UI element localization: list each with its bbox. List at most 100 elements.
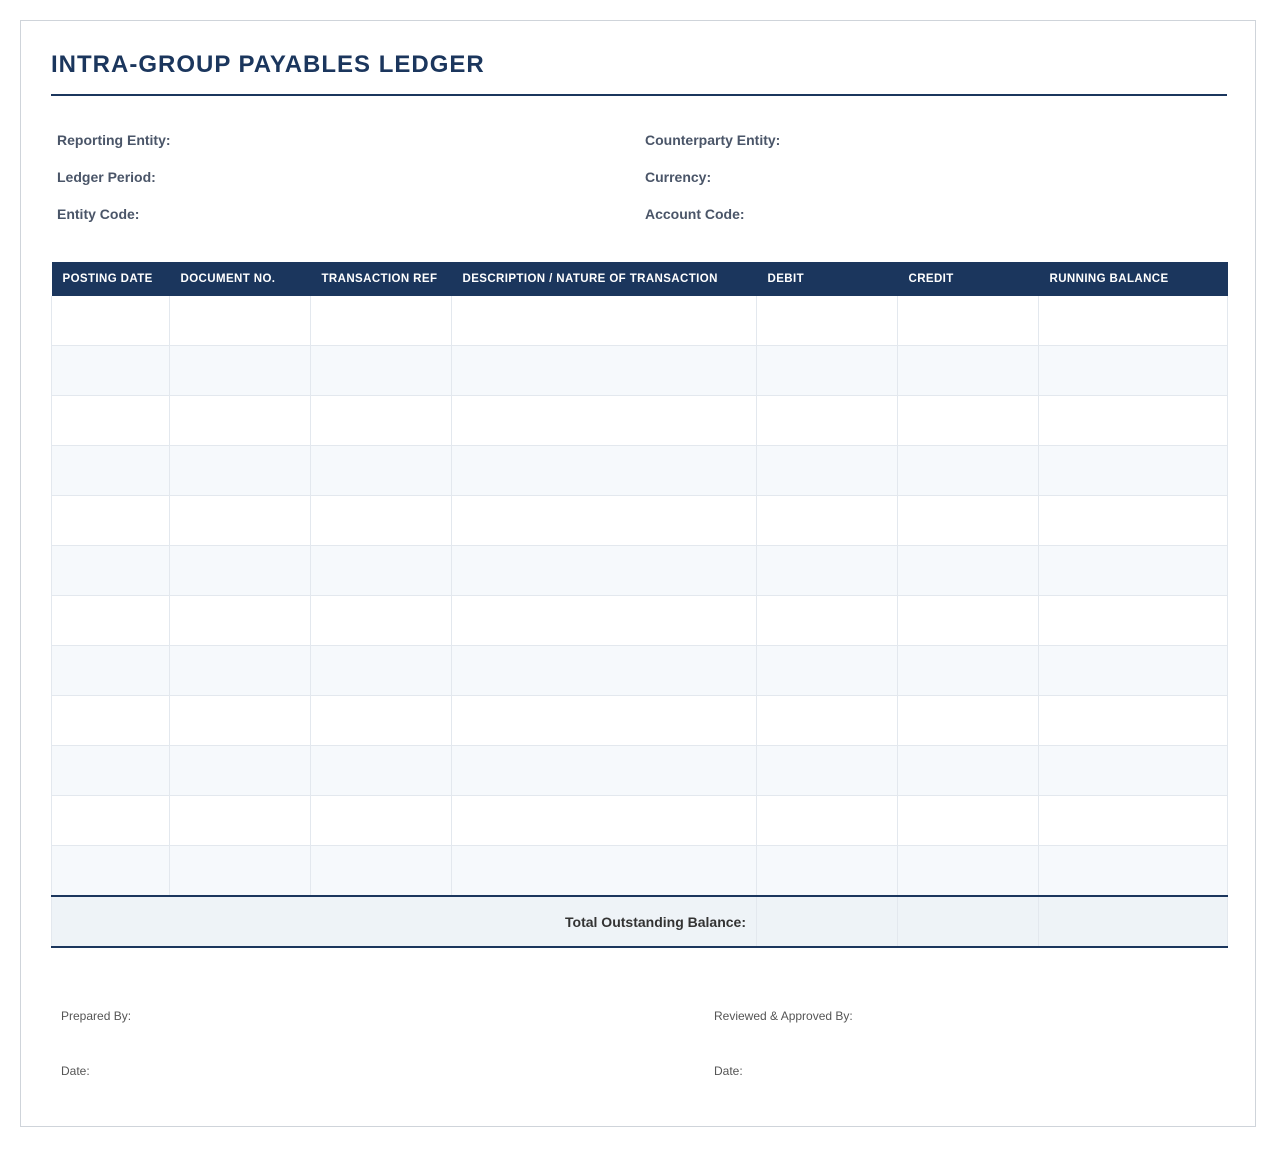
table-cell[interactable]	[51, 545, 170, 596]
table-cell[interactable]	[756, 345, 898, 396]
table-cell[interactable]	[897, 445, 1039, 496]
table-cell[interactable]	[51, 445, 170, 496]
table-cell[interactable]	[756, 845, 898, 897]
table-cell[interactable]	[310, 595, 452, 646]
table-cell[interactable]	[756, 595, 898, 646]
total-credit-cell[interactable]	[897, 895, 1039, 948]
currency-label: Currency:	[645, 169, 712, 185]
table-cell[interactable]	[169, 795, 311, 846]
table-cell[interactable]	[169, 645, 311, 696]
table-cell[interactable]	[169, 395, 311, 446]
table-cell[interactable]	[169, 695, 311, 746]
table-cell[interactable]	[897, 845, 1039, 897]
table-cell[interactable]	[756, 395, 898, 446]
table-cell[interactable]	[169, 545, 311, 596]
table-cell[interactable]	[169, 495, 311, 546]
table-cell[interactable]	[451, 795, 757, 846]
table-cell[interactable]	[169, 345, 311, 396]
table-cell[interactable]	[897, 395, 1039, 446]
table-cell[interactable]	[310, 345, 452, 396]
table-cell[interactable]	[51, 795, 170, 846]
column-header-credit: CREDIT	[897, 262, 1039, 296]
table-cell[interactable]	[756, 545, 898, 596]
table-cell[interactable]	[169, 296, 311, 346]
table-cell[interactable]	[1038, 395, 1228, 446]
table-cell[interactable]	[897, 296, 1039, 346]
table-cell[interactable]	[51, 296, 170, 346]
table-cell[interactable]	[756, 445, 898, 496]
table-cell[interactable]	[1038, 545, 1228, 596]
counterparty-entity-label: Counterparty Entity:	[645, 132, 781, 148]
table-cell[interactable]	[51, 645, 170, 696]
total-balance-cell[interactable]	[1038, 895, 1228, 948]
table-cell[interactable]	[310, 695, 452, 746]
table-cell[interactable]	[451, 845, 757, 897]
table-cell[interactable]	[897, 745, 1039, 796]
table-cell[interactable]	[897, 595, 1039, 646]
table-cell[interactable]	[310, 545, 452, 596]
table-cell[interactable]	[1038, 495, 1228, 546]
column-header-debit: DEBIT	[756, 262, 898, 296]
table-cell[interactable]	[756, 745, 898, 796]
table-cell[interactable]	[310, 745, 452, 796]
table-cell[interactable]	[451, 545, 757, 596]
table-cell[interactable]	[310, 395, 452, 446]
table-cell[interactable]	[310, 845, 452, 897]
table-cell[interactable]	[897, 345, 1039, 396]
table-cell[interactable]	[1038, 745, 1228, 796]
reporting-entity-label: Reporting Entity:	[57, 132, 171, 148]
table-cell[interactable]	[169, 595, 311, 646]
table-cell[interactable]	[897, 545, 1039, 596]
table-cell[interactable]	[756, 645, 898, 696]
table-cell[interactable]	[451, 495, 757, 546]
table-cell[interactable]	[51, 845, 170, 897]
table-cell[interactable]	[169, 845, 311, 897]
table-row	[51, 296, 1228, 346]
table-cell[interactable]	[51, 695, 170, 746]
table-cell[interactable]	[451, 296, 757, 346]
table-cell[interactable]	[451, 445, 757, 496]
table-cell[interactable]	[897, 495, 1039, 546]
table-cell[interactable]	[310, 445, 452, 496]
column-header-description: DESCRIPTION / NATURE OF TRANSACTION	[451, 262, 757, 296]
table-cell[interactable]	[451, 695, 757, 746]
table-cell[interactable]	[310, 495, 452, 546]
table-cell[interactable]	[51, 345, 170, 396]
table-cell[interactable]	[897, 695, 1039, 746]
table-cell[interactable]	[1038, 296, 1228, 346]
table-cell[interactable]	[451, 395, 757, 446]
table-cell[interactable]	[451, 645, 757, 696]
table-cell[interactable]	[451, 345, 757, 396]
prepared-by-label: Prepared By:	[61, 1009, 132, 1023]
table-cell[interactable]	[1038, 645, 1228, 696]
table-cell[interactable]	[51, 745, 170, 796]
table-cell[interactable]	[451, 595, 757, 646]
prepared-date-label: Date:	[61, 1064, 90, 1078]
table-cell[interactable]	[1038, 695, 1228, 746]
table-cell[interactable]	[756, 495, 898, 546]
table-cell[interactable]	[310, 795, 452, 846]
table-cell[interactable]	[51, 395, 170, 446]
table-cell[interactable]	[169, 445, 311, 496]
table-cell[interactable]	[451, 745, 757, 796]
table-header-row: POSTING DATE DOCUMENT NO. TRANSACTION RE…	[51, 262, 1228, 296]
table-cell[interactable]	[897, 795, 1039, 846]
total-debit-cell[interactable]	[756, 895, 898, 948]
column-header-running-balance: RUNNING BALANCE	[1038, 262, 1228, 296]
table-cell[interactable]	[897, 645, 1039, 696]
table-cell[interactable]	[169, 745, 311, 796]
table-cell[interactable]	[1038, 595, 1228, 646]
table-cell[interactable]	[310, 296, 452, 346]
ledger-period-label: Ledger Period:	[57, 169, 156, 185]
table-cell[interactable]	[1038, 345, 1228, 396]
table-row	[51, 395, 1228, 446]
table-cell[interactable]	[310, 645, 452, 696]
table-cell[interactable]	[756, 795, 898, 846]
table-cell[interactable]	[1038, 845, 1228, 897]
table-cell[interactable]	[1038, 795, 1228, 846]
table-cell[interactable]	[51, 495, 170, 546]
table-cell[interactable]	[756, 695, 898, 746]
table-cell[interactable]	[756, 296, 898, 346]
table-cell[interactable]	[51, 595, 170, 646]
table-cell[interactable]	[1038, 445, 1228, 496]
